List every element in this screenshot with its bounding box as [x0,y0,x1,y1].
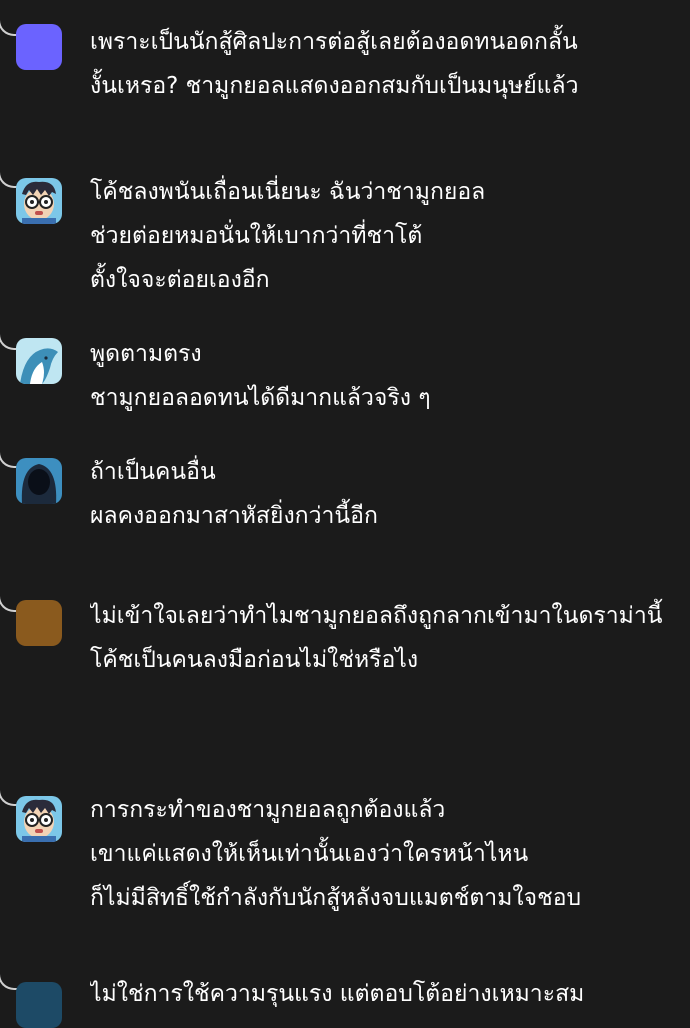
comment-line: ผลคงออกมาสาหัสยิ่งกว่านี้อีก [90,503,378,529]
comment-line: พูดตามตรง [90,341,202,367]
comment-text: ไม่เข้าใจเลยว่าทำไมชามูกยอลถึงถูกลากเข้า… [90,594,690,682]
comment-line: การกระทำของชามูกยอลถูกต้องแล้ว [90,797,446,823]
avatar[interactable] [16,24,62,70]
comment-text: ถ้าเป็นคนอื่น ผลคงออกมาสาหัสยิ่งกว่านี้อ… [90,450,690,538]
brown-square-avatar-icon [16,600,62,646]
comment-text: การกระทำของชามูกยอลถูกต้องแล้ว เขาแค่แสด… [90,788,690,920]
comment-line: ช่วยต่อยหมอนั่นให้เบากว่าที่ชาโต้ [90,223,423,249]
cartoon-boy-glasses-icon [16,796,62,842]
avatar[interactable] [16,982,62,1028]
avatar[interactable] [16,796,62,842]
comment-line: ถ้าเป็นคนอื่น [90,459,216,485]
dark-blue-avatar-icon [16,982,62,1028]
comment-line: ก็ไม่มีสิทธิ์ใช้กำลังกับนักสู้หลังจบแมตช… [90,885,582,911]
avatar[interactable] [16,600,62,646]
comment-line: ไม่เข้าใจเลยว่าทำไมชามูกยอลถึงถูกลากเข้า… [90,603,663,629]
comment-line: โค้ชลงพนันเถื่อนเนี่ยนะ ฉันว่าชามูกยอล [90,179,486,205]
avatar[interactable] [16,178,62,224]
comment-line: โค้ชเป็นคนลงมือก่อนไม่ใช่หรือไง [90,647,419,673]
avatar[interactable] [16,458,62,504]
comment-text: โค้ชลงพนันเถื่อนเนี่ยนะ ฉันว่าชามูกยอล ช… [90,170,690,302]
cartoon-boy-glasses-icon [16,178,62,224]
purple-square-avatar-icon [16,24,62,70]
comment-line: ไม่ใช่การใช้ความรุนแรง แต่ตอบโต้อย่างเหม… [90,981,585,1007]
thread-connector [0,972,18,990]
comment-line: เขาแค่แสดงให้เห็นเท่านั้นเองว่าใครหน้าไห… [90,841,529,867]
comment-text: ไม่ใช่การใช้ความรุนแรง แต่ตอบโต้อย่างเหม… [90,972,690,1016]
comment-text: พูดตามตรง ชามูกยอลอดทนได้ดีมากแล้วจริง ๆ [90,332,690,420]
comment-line: เพราะเป็นนักสู้ศิลปะการต่อสู้เลยต้องอดทน… [90,29,578,55]
avatar[interactable] [16,338,62,384]
comment-line: ตั้งใจจะต่อยเองอีก [90,267,270,293]
hooded-figure-icon [16,458,62,504]
comment-text: เพราะเป็นนักสู้ศิลปะการต่อสู้เลยต้องอดทน… [90,20,690,108]
comment-line: งั้นเหรอ? ชามูกยอลแสดงออกสมกับเป็นมนุษย์… [90,73,579,99]
whale-icon [16,338,62,384]
comment-line: ชามูกยอลอดทนได้ดีมากแล้วจริง ๆ [90,385,431,411]
